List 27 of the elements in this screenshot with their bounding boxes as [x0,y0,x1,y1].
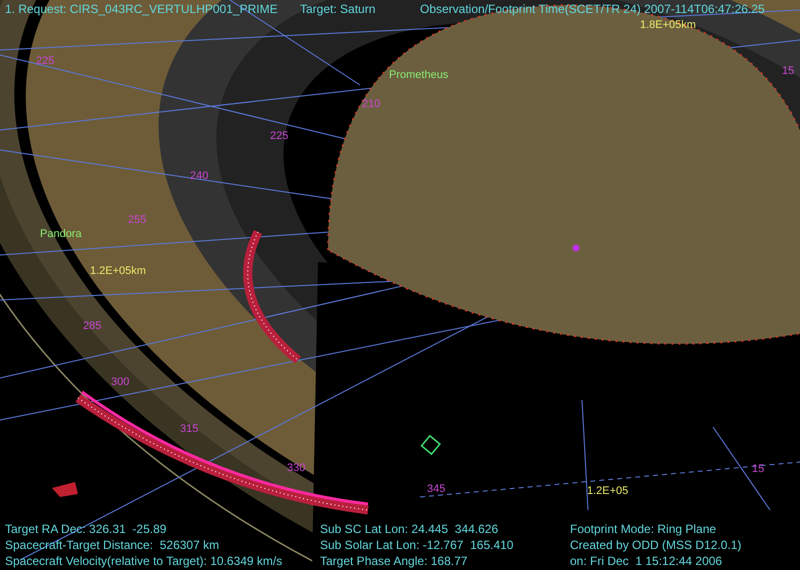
longitude-label: 240 [190,170,208,182]
longitude-label: 15 [752,463,764,475]
target-title: Target: Saturn [300,2,376,16]
distance-label: 1.8E+05km [640,19,696,31]
info-text: Sub SC Lat Lon: 24.445 344.626 [320,521,500,537]
longitude-label: 255 [128,214,146,226]
longitude-label: 300 [111,376,130,388]
longitude-label: 285 [83,320,102,332]
moon-label: Pandora [40,228,82,240]
info-text: Sub Solar Lat Lon: -12.767 165.410 [320,537,514,553]
longitude-label: 315 [180,423,198,435]
longitude-label: 345 [427,483,446,495]
moon-label: Prometheus [389,69,448,81]
subpoint-icon [573,245,579,251]
info-text: Footprint Mode: Ring Plane [570,521,718,537]
info-text: Created by ODD (MSS D12.0.1) [570,537,742,553]
longitude-label: 210 [362,98,380,110]
longitude-label: 225 [36,55,54,67]
longitude-label: 330 [287,462,306,474]
info-text: Target Phase Angle: 168.77 [320,553,468,569]
longitude-label: 15 [782,65,794,77]
info-text: on: Fri Dec 1 15:12:44 2006 [570,553,724,569]
longitude-label: 225 [270,130,288,142]
info-text: Spacecraft Velocity(relative to Target): 10.6349 km/s [5,553,284,569]
distance-label: 1.2E+05km [90,265,146,277]
footprint-marker-icon [420,434,441,456]
distance-label: 1.2E+05 [587,485,628,497]
